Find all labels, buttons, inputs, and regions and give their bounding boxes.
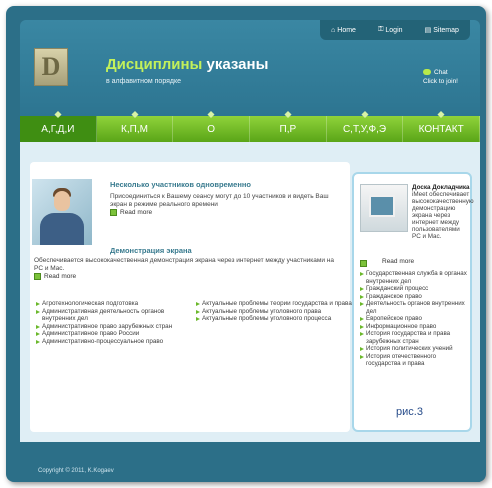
chat-icon <box>422 69 431 76</box>
chat-widget[interactable]: Chat Click to join! <box>422 68 458 86</box>
nav-item-kpm[interactable]: К,П,М <box>97 110 174 142</box>
home-icon: ⌂ <box>331 26 336 34</box>
user-photo <box>32 179 92 245</box>
software-box-image <box>360 184 408 232</box>
key-icon: ⚿ <box>378 26 384 33</box>
green-square-icon <box>110 209 117 216</box>
site-logo[interactable]: D <box>34 48 68 86</box>
list-item[interactable]: Административно-процессуальное право <box>36 338 186 346</box>
list-item[interactable]: История государства и права зарубежных с… <box>360 330 472 345</box>
list-item[interactable]: Государственная служба в органах внутрен… <box>360 270 472 285</box>
top-links-bar: ⌂ Home ⚿ Login ▤ Sitemap <box>320 20 470 40</box>
sitemap-icon: ▤ <box>424 27 432 34</box>
figure-caption: рис.3 <box>396 406 423 418</box>
box-screen <box>369 195 395 217</box>
header: ⌂ Home ⚿ Login ▤ Sitemap D Дисциплины указа… <box>20 20 480 116</box>
read-more-link[interactable]: Read more <box>34 273 338 280</box>
site-subtitle: в алфавитном порядке <box>106 78 182 85</box>
list-item[interactable]: Деятельность органов внутренних дел <box>360 300 472 315</box>
nav-item-contact[interactable]: КОНТАКТ <box>403 110 481 142</box>
list-item[interactable]: Актуальные проблемы уголовного процесса <box>196 315 356 323</box>
footer: Copyright © 2011, K.Kogaev <box>20 446 480 482</box>
feature-block-participants: Несколько участников одновременно Присое… <box>110 180 335 216</box>
list-item[interactable]: Агротехнологическая подготовка <box>36 300 186 308</box>
list-item[interactable]: Административное право зарубежных стран <box>36 323 186 331</box>
green-square-icon <box>360 260 367 267</box>
list-item[interactable]: Информационное право <box>360 323 472 331</box>
login-link[interactable]: ⚿ Login <box>378 26 402 34</box>
list-item[interactable]: История отечественного государства и пра… <box>360 353 472 368</box>
feature-title: Несколько участников одновременно <box>110 180 251 189</box>
site-frame: ⌂ Home ⚿ Login ▤ Sitemap D Дисциплины указа… <box>6 6 486 482</box>
sitemap-link[interactable]: ▤ Sitemap <box>424 26 459 35</box>
nav-marker <box>360 110 369 119</box>
site-title: Дисциплины указаны <box>106 56 269 73</box>
feature-text: Обеспечивается высококачественная демонс… <box>34 257 335 272</box>
home-link[interactable]: ⌂ Home <box>331 27 356 34</box>
sidebar-description: Доска Докладчика iMeet обеспечивает высо… <box>412 184 474 240</box>
nav-item-o[interactable]: О <box>173 110 251 142</box>
feature-block-demo: Обеспечивается высококачественная демонс… <box>34 257 338 280</box>
nav-marker <box>130 110 139 119</box>
main-nav: А,Г,Д,И К,П,М О П,Р С,Т,У,Ф,Э КОНТАКТ <box>20 110 481 142</box>
sidebar-read-more[interactable]: Read more <box>382 258 414 265</box>
photo-head <box>54 191 70 211</box>
photo-torso <box>40 213 84 245</box>
list-item[interactable]: Административное право России <box>36 330 186 338</box>
list-item[interactable]: Гражданское право <box>360 293 472 301</box>
list-item[interactable]: Актуальные проблемы теории государства и… <box>196 300 356 308</box>
side-panel: Доска Докладчика iMeet обеспечивает высо… <box>352 172 474 432</box>
green-square-icon <box>34 273 41 280</box>
copyright-text: Copyright © 2011, K.Kogaev <box>38 468 114 474</box>
links-column-2: Актуальные проблемы теории государства и… <box>196 300 356 346</box>
nav-item-pr[interactable]: П,Р <box>250 110 327 142</box>
sidebar-list: Государственная служба в органах внутрен… <box>360 260 472 368</box>
nav-item-stufe[interactable]: С,Т,У,Ф,Э <box>327 110 404 142</box>
list-item[interactable]: История политических учений <box>360 345 472 353</box>
list-item[interactable]: Гражданский процесс <box>360 285 472 293</box>
read-more-link[interactable]: Read more <box>110 209 335 216</box>
feature-text: Присоединиться к Вашему сеансу могут до … <box>110 193 329 208</box>
list-item[interactable]: Административная деятельность органов вн… <box>36 308 186 323</box>
discipline-links: Агротехнологическая подготовка Администр… <box>36 300 366 346</box>
links-column-1: Агротехнологическая подготовка Администр… <box>36 300 186 346</box>
feature-title-demo: Демонстрация экрана <box>110 246 192 255</box>
chat-subtitle: Click to join! <box>422 78 458 85</box>
nav-item-agdi[interactable]: А,Г,Д,И <box>20 110 97 142</box>
list-item[interactable]: Европейское право <box>360 315 472 323</box>
